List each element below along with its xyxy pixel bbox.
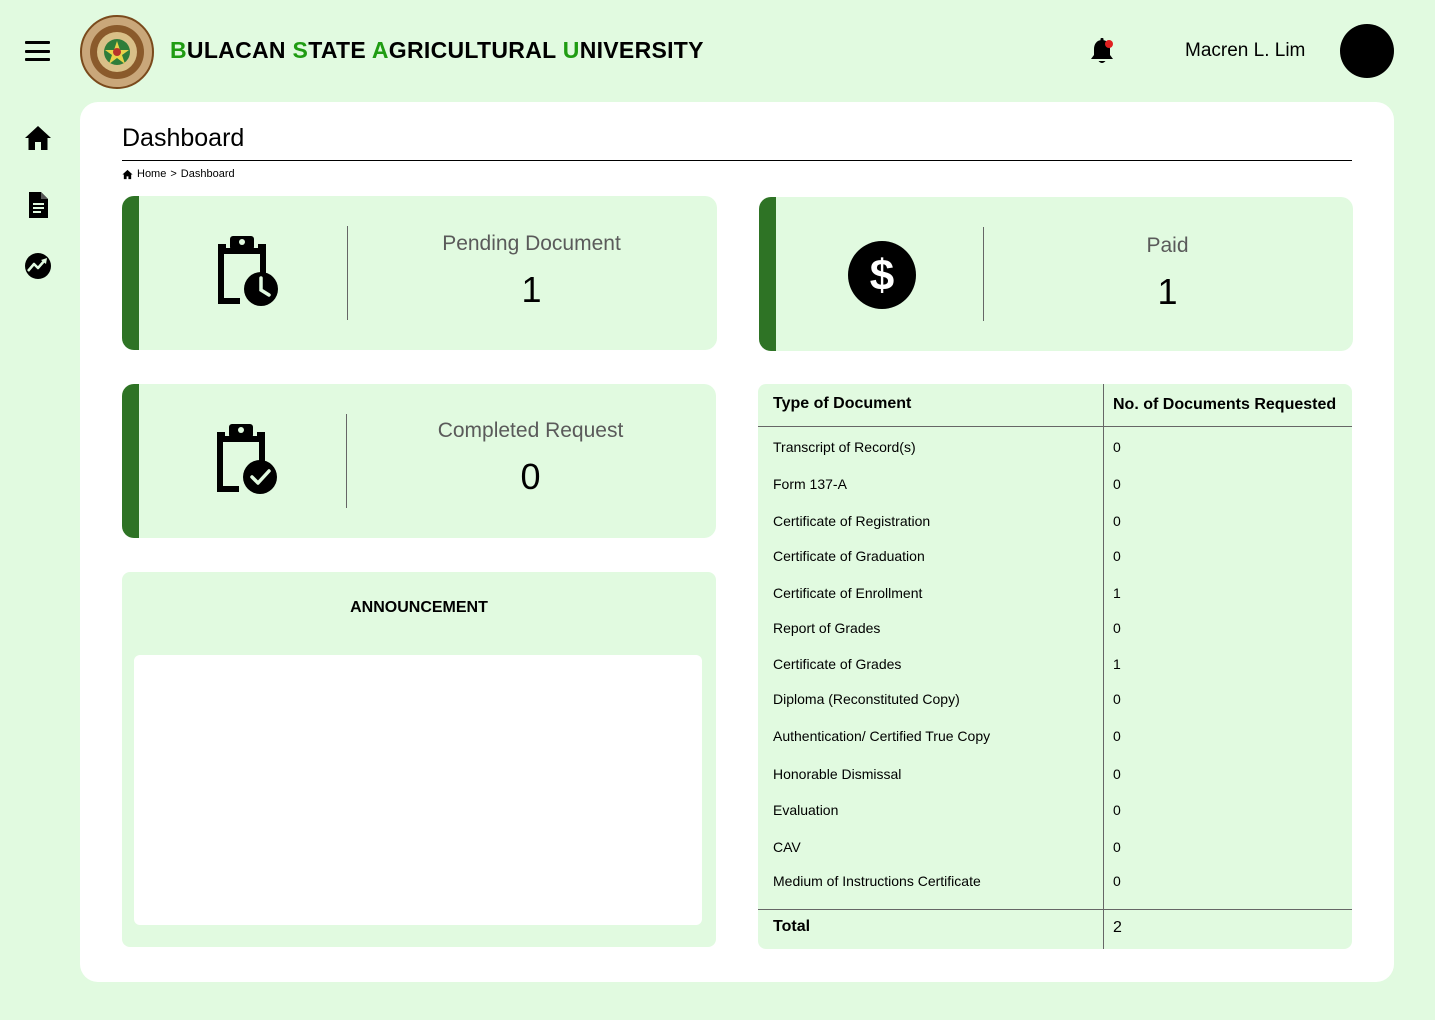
column-header-count: No. of Documents Requested: [1113, 396, 1337, 413]
total-value: 2: [1113, 919, 1122, 936]
svg-text:$: $: [870, 251, 894, 300]
column-header-type: Type of Document: [773, 395, 912, 412]
analytics-icon[interactable]: [24, 252, 52, 280]
dollar-icon: $: [848, 241, 916, 309]
clipboard-clock-icon: [218, 236, 278, 306]
university-name: BULACAN STATE AGRICULTURAL UNIVERSITY: [170, 37, 704, 63]
menu-icon[interactable]: [25, 41, 50, 61]
documents-table: Type of Document No. of Documents Reques…: [758, 384, 1352, 949]
announcement-panel: ANNOUNCEMENT: [122, 572, 716, 947]
row-count: 0: [1113, 766, 1121, 782]
avatar[interactable]: [1340, 24, 1394, 78]
column-divider: [1103, 384, 1104, 949]
row-count: 0: [1113, 548, 1121, 564]
breadcrumb: Home > Dashboard: [122, 168, 235, 180]
row-type: Diploma (Reconstituted Copy): [773, 691, 960, 707]
row-type: Report of Grades: [773, 620, 881, 636]
row-count: 0: [1113, 476, 1121, 492]
row-type: Medium of Instructions Certificate: [773, 873, 981, 889]
header-divider: [758, 426, 1352, 427]
announcement-title: ANNOUNCEMENT: [350, 599, 488, 616]
footer-divider: [758, 909, 1352, 910]
paid-count: 1: [1157, 271, 1178, 312]
title-divider: [122, 160, 1352, 161]
notification-dot: [1105, 40, 1113, 48]
completed-request-count: 0: [520, 456, 541, 497]
clipboard-check-icon: [217, 424, 277, 494]
row-type: Certificate of Grades: [773, 656, 902, 672]
row-count: 0: [1113, 802, 1121, 818]
row-type: Transcript of Record(s): [773, 439, 916, 455]
card-accent-bar: [122, 384, 139, 538]
row-count: 0: [1113, 439, 1121, 455]
row-type: Form 137-A: [773, 476, 847, 492]
row-type: CAV: [773, 839, 801, 855]
pending-document-count: 1: [521, 269, 542, 310]
total-label: Total: [773, 918, 811, 935]
paid-card[interactable]: $ Paid 1: [759, 197, 1353, 351]
university-seal-logo: [80, 15, 154, 89]
breadcrumb-current: Dashboard: [180, 168, 235, 180]
pending-document-card[interactable]: Pending Document 1: [122, 196, 717, 350]
page-title: Dashboard: [122, 124, 245, 152]
pending-document-label: Pending Document: [442, 232, 621, 255]
announcement-content: [134, 655, 702, 925]
row-count: 0: [1113, 620, 1121, 636]
row-type: Evaluation: [773, 802, 839, 818]
row-type: Certificate of Enrollment: [773, 585, 923, 601]
breadcrumb-home-link[interactable]: Home: [137, 168, 166, 180]
row-type: Authentication/ Certified True Copy: [773, 728, 991, 744]
user-name: Macren L. Lim: [1185, 40, 1306, 61]
card-accent-bar: [122, 196, 139, 350]
breadcrumb-home-icon[interactable]: [122, 169, 133, 180]
row-type: Certificate of Registration: [773, 513, 931, 529]
row-count: 1: [1113, 656, 1121, 672]
home-icon[interactable]: [24, 124, 52, 152]
row-count: 0: [1113, 728, 1121, 744]
main-panel: Dashboard Home > Dashboard Pending Docum…: [80, 102, 1394, 982]
row-type: Honorable Dismissal: [773, 766, 902, 782]
breadcrumb-separator: >: [170, 168, 177, 180]
paid-label: Paid: [1146, 234, 1189, 257]
row-count: 0: [1113, 873, 1121, 889]
card-accent-bar: [759, 197, 776, 351]
row-count: 0: [1113, 691, 1121, 707]
row-count: 0: [1113, 839, 1121, 855]
row-count: 1: [1113, 585, 1121, 601]
completed-request-card[interactable]: Completed Request 0: [122, 384, 716, 538]
document-icon[interactable]: [24, 191, 52, 219]
row-count: 0: [1113, 513, 1121, 529]
row-type: Certificate of Graduation: [773, 548, 925, 564]
completed-request-label: Completed Request: [437, 419, 624, 442]
notification-bell-icon[interactable]: [1088, 36, 1116, 66]
